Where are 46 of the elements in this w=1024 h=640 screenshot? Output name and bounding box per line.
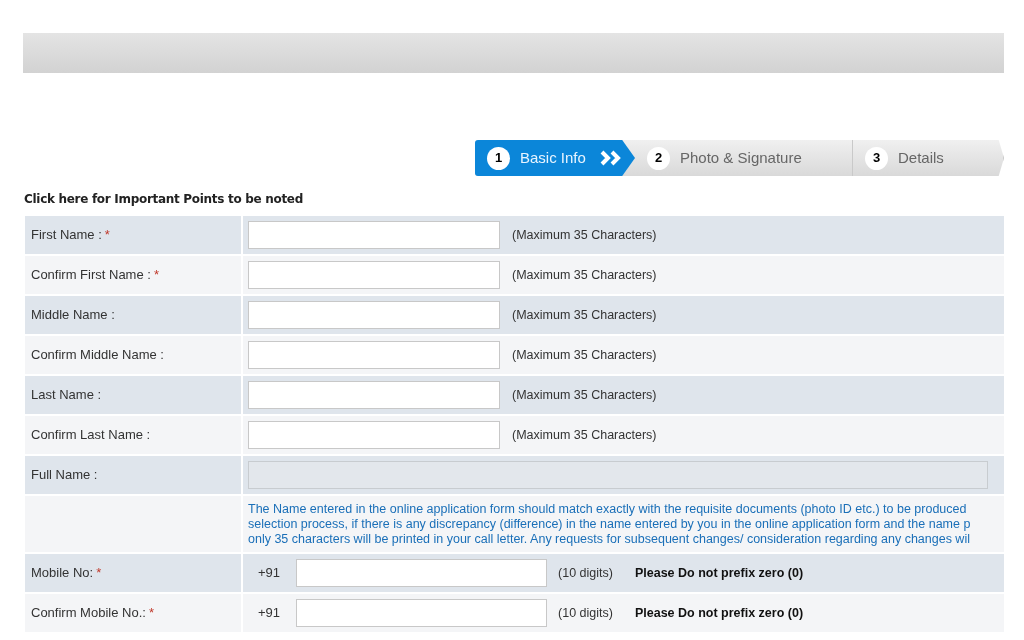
hint-text: (Maximum 35 Characters) [512, 266, 657, 284]
hint-text: (Maximum 35 Characters) [512, 306, 657, 324]
hint-text: (Maximum 35 Characters) [512, 346, 657, 364]
phone-prefix: +91 [258, 564, 281, 583]
field-label: Confirm Middle Name : [31, 346, 164, 365]
required-asterisk: * [96, 564, 102, 583]
important-points-link[interactable]: Click here for Important Points to be noted [24, 192, 303, 206]
phone-input[interactable] [296, 559, 548, 587]
field-label: Confirm First Name : [31, 266, 151, 285]
text-input[interactable] [248, 301, 500, 329]
text-input[interactable] [248, 341, 500, 369]
phone-prefix: +91 [258, 604, 281, 623]
step-tab[interactable]: 3 Details [853, 140, 1004, 176]
step-number: 1 [487, 146, 510, 170]
required-asterisk: * [153, 266, 159, 285]
note-line: The Name entered in the online application form should match exactly with the requisite documents (photo ID etc.) to be produced [248, 501, 968, 517]
warning-text: Please Do not prefix zero (0) [634, 604, 804, 622]
hint-text: (10 digits) [558, 564, 613, 582]
text-input[interactable] [248, 381, 500, 409]
note-line: selection process, if there is any discrepancy (difference) in the name entered by you in the online application form and the name p [248, 516, 971, 532]
text-input[interactable] [248, 221, 500, 249]
required-asterisk: * [104, 226, 110, 245]
required-asterisk: * [148, 604, 154, 623]
step-number: 2 [647, 146, 670, 170]
field-label: Confirm Last Name : [31, 426, 151, 445]
step-label: Photo & Signature [680, 147, 802, 168]
hint-text: (Maximum 35 Characters) [512, 426, 657, 444]
note-line: only 35 characters will be printed in your call letter. Any requests for subsequent changes/ consideration regarding any changes wil [248, 531, 971, 547]
hint-text: (Maximum 35 Characters) [512, 226, 657, 244]
text-input[interactable] [248, 421, 500, 449]
step-tab[interactable]: 2 Photo & Signature [635, 140, 853, 176]
warning-text: Please Do not prefix zero (0) [634, 564, 804, 582]
hint-text: (10 digits) [558, 604, 613, 622]
hint-text: (Maximum 35 Characters) [512, 386, 657, 404]
step-label: Details [898, 147, 944, 168]
step-number: 3 [865, 146, 888, 170]
field-label: Full Name : [31, 466, 98, 485]
field-label: Last Name : [31, 386, 102, 405]
field-label: First Name : [31, 226, 102, 245]
field-label: Middle Name : [31, 306, 115, 325]
step-tab[interactable]: 1 Basic Info [475, 140, 635, 176]
field-label: Confirm Mobile No.: [31, 604, 146, 623]
phone-input[interactable] [296, 599, 548, 627]
text-input[interactable] [248, 261, 500, 289]
step-label: Basic Info [520, 147, 586, 168]
field-label: Mobile No: [31, 564, 94, 583]
